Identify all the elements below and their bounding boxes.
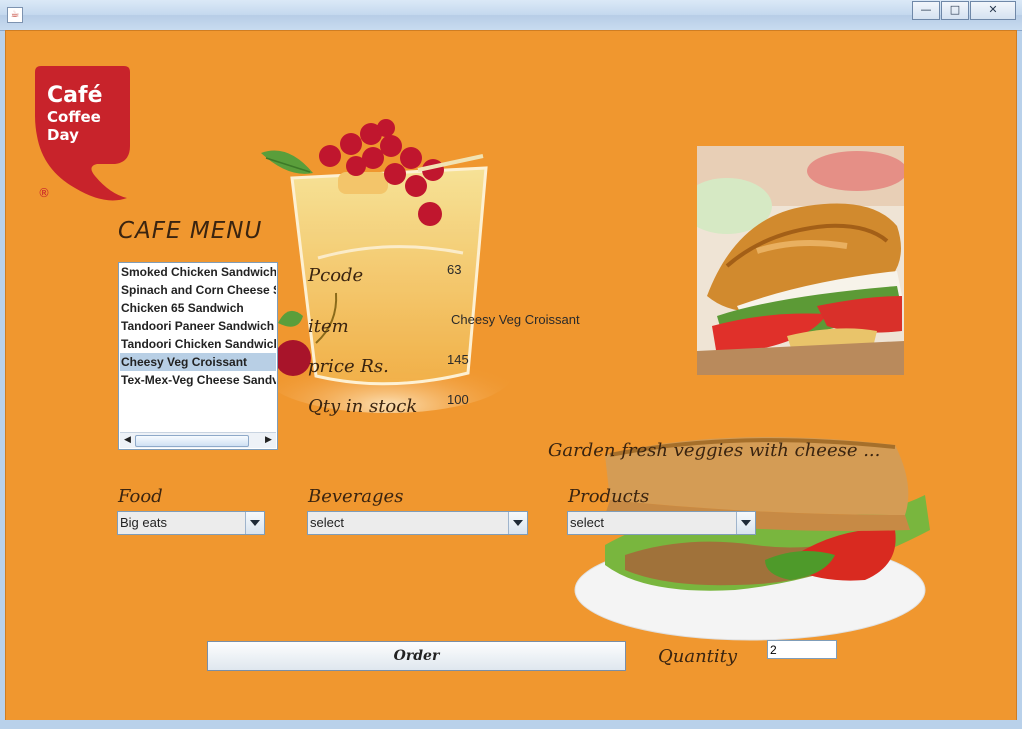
menu-list-item[interactable]: Chicken 65 Sandwich xyxy=(120,299,276,317)
horizontal-scrollbar[interactable]: ◀ ▶ xyxy=(120,432,276,448)
cafe-menu-title: CAFE MENU xyxy=(118,218,263,244)
logo-text-coffee: Coffee xyxy=(47,108,101,126)
qty-in-stock-label: Qty in stock xyxy=(308,396,418,417)
pcode-value: 63 xyxy=(447,262,462,277)
price-label: price Rs. xyxy=(308,356,389,377)
menu-list-item-label: Chicken 65 Sandwich xyxy=(121,301,244,315)
menu-list-item[interactable]: Smoked Chicken Sandwich xyxy=(120,263,276,281)
menu-list-item[interactable]: Tandoori Chicken Sandwich xyxy=(120,335,276,353)
window-titlebar: ☕ — □ ✕ xyxy=(0,0,1022,31)
close-button[interactable]: ✕ xyxy=(970,1,1016,20)
scroll-thumb[interactable] xyxy=(135,435,249,447)
qty-in-stock-value: 100 xyxy=(447,392,469,407)
java-app-icon: ☕ xyxy=(7,7,23,23)
menu-list-item-selected[interactable]: Cheesy Veg Croissant xyxy=(120,353,276,371)
window-controls: — □ ✕ xyxy=(911,1,1016,20)
menu-list-item-label: Tex-Mex-Veg Cheese Sandv xyxy=(121,373,276,387)
window-border-bottom xyxy=(0,720,1022,729)
products-label: Products xyxy=(568,486,650,507)
chevron-down-icon[interactable] xyxy=(245,512,264,534)
menu-list-item-label: Tandoori Chicken Sandwich xyxy=(121,337,276,351)
item-value: Cheesy Veg Croissant xyxy=(451,312,580,327)
menu-list-item[interactable]: Tex-Mex-Veg Cheese Sandv xyxy=(120,371,276,389)
minimize-button[interactable]: — xyxy=(912,1,940,20)
tagline: Garden fresh veggies with cheese ... xyxy=(548,440,881,461)
pcode-label: Pcode xyxy=(308,265,364,286)
cafe-coffee-day-logo: Café Coffee Day xyxy=(35,66,130,201)
chevron-down-icon[interactable] xyxy=(508,512,527,534)
quantity-label: Quantity xyxy=(658,646,738,667)
menu-list-item[interactable]: Spinach and Corn Cheese S xyxy=(120,281,276,299)
products-dropdown[interactable]: select xyxy=(567,511,756,535)
beverages-label: Beverages xyxy=(308,486,404,507)
registered-mark: ® xyxy=(38,186,50,200)
scroll-right-icon[interactable]: ▶ xyxy=(262,434,275,447)
menu-list-item-label: Spinach and Corn Cheese S xyxy=(121,283,276,297)
menu-list-item-label: Cheesy Veg Croissant xyxy=(121,355,248,369)
croissant-image xyxy=(697,146,904,375)
menu-list-item-label: Tandoori Paneer Sandwich xyxy=(121,319,275,333)
logo-text-cafe: Café xyxy=(47,83,102,108)
logo-text-day: Day xyxy=(47,126,79,144)
food-dropdown-value: Big eats xyxy=(120,515,167,530)
food-dropdown[interactable]: Big eats xyxy=(117,511,265,535)
products-dropdown-value: select xyxy=(570,515,604,530)
menu-list-item[interactable]: Tandoori Paneer Sandwich xyxy=(120,317,276,335)
food-label: Food xyxy=(118,486,163,507)
scroll-left-icon[interactable]: ◀ xyxy=(121,434,134,447)
menu-listbox[interactable]: Smoked Chicken Sandwich Spinach and Corn… xyxy=(118,262,278,450)
quantity-input[interactable]: 2 xyxy=(767,640,837,659)
maximize-button[interactable]: □ xyxy=(941,1,969,20)
beverages-dropdown-value: select xyxy=(310,515,344,530)
item-label: item xyxy=(308,316,349,337)
price-value: 145 xyxy=(447,352,469,367)
menu-list-item-label: Smoked Chicken Sandwich xyxy=(121,265,276,279)
beverages-dropdown[interactable]: select xyxy=(307,511,528,535)
chevron-down-icon[interactable] xyxy=(736,512,755,534)
order-button[interactable]: Order xyxy=(207,641,626,671)
